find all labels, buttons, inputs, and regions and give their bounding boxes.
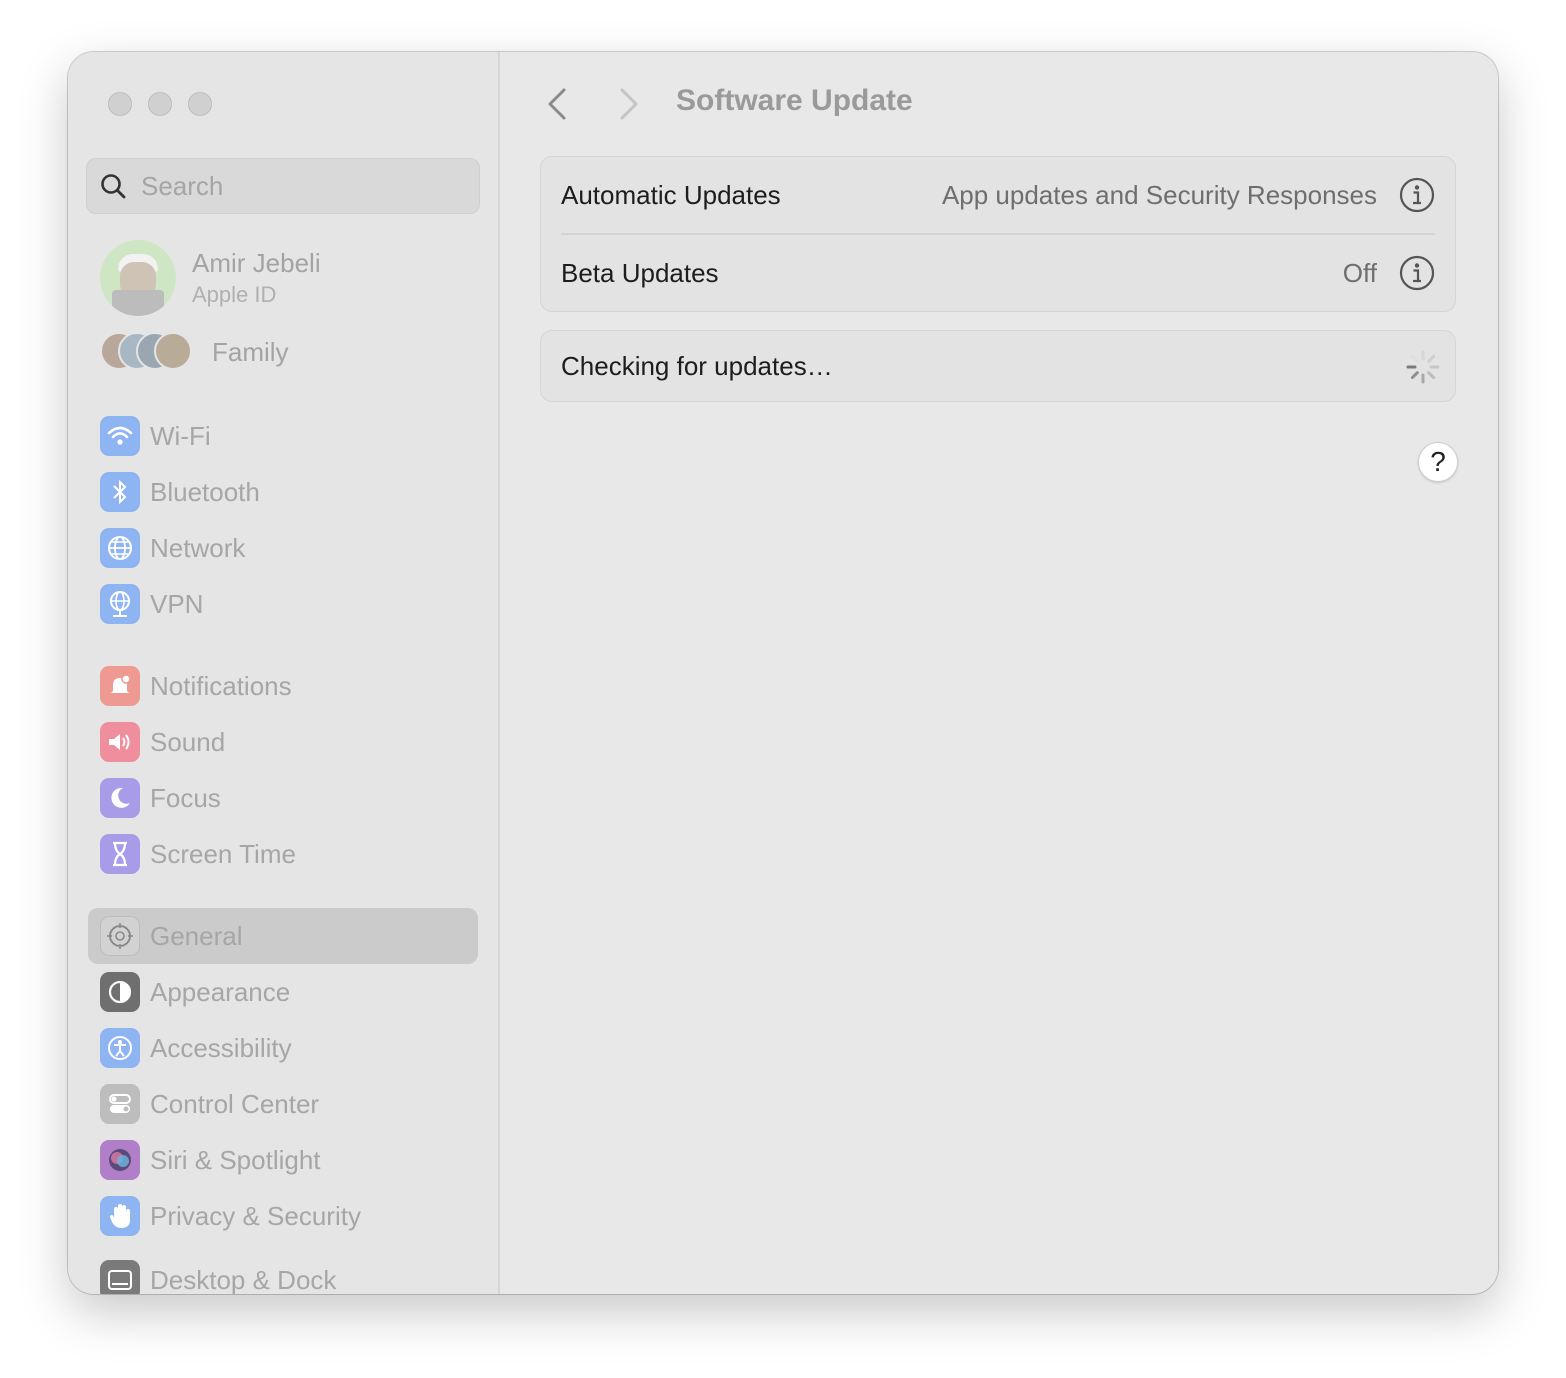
back-button[interactable] — [544, 86, 570, 122]
sidebar-item-label: Network — [150, 532, 246, 563]
automatic-updates-value: App updates and Security Responses — [941, 179, 1377, 210]
update-status-label: Checking for updates… — [561, 350, 833, 381]
automatic-updates-label: Automatic Updates — [561, 179, 781, 210]
help-button[interactable]: ? — [1418, 442, 1458, 482]
sidebar-item-general[interactable]: General — [88, 908, 478, 964]
profile-subtitle: Apple ID — [192, 282, 277, 307]
sidebar-item-control-center[interactable]: Control Center — [88, 1076, 478, 1132]
sidebar-item-network[interactable]: Network — [88, 520, 478, 576]
sidebar-item-label: Screen Time — [150, 838, 296, 869]
dock-icon — [100, 1260, 140, 1294]
sidebar-item-label: General — [150, 920, 243, 951]
hourglass-icon — [100, 834, 140, 874]
avatar — [100, 240, 176, 316]
sidebar-item-label: Wi-Fi — [150, 420, 211, 451]
sidebar-item-notifications[interactable]: Notifications — [88, 658, 478, 714]
history-navigation — [544, 86, 642, 122]
sidebar-item-label: VPN — [150, 588, 204, 619]
globe-icon — [100, 528, 140, 568]
sidebar-item-screen-time[interactable]: Screen Time — [88, 826, 478, 882]
siri-icon — [100, 1140, 140, 1180]
spinner-icon — [1406, 350, 1440, 384]
sidebar-item-bluetooth[interactable]: Bluetooth — [88, 464, 478, 520]
apple-id-profile[interactable]: Amir Jebeli Apple ID — [100, 240, 321, 316]
page-title: Software Update — [676, 84, 913, 117]
beta-updates-row: Beta Updates Off — [541, 235, 1455, 311]
gear-icon — [100, 916, 140, 956]
sidebar-item-desktop-and-dock[interactable]: Desktop & Dock — [88, 1252, 478, 1294]
sidebar-item-label: Privacy & Security — [150, 1200, 361, 1231]
beta-updates-info-button[interactable] — [1399, 255, 1435, 291]
family-item[interactable]: Family — [100, 332, 289, 372]
appearance-icon — [100, 972, 140, 1012]
sidebar-item-label: Appearance — [150, 976, 291, 1007]
moon-icon — [100, 778, 140, 818]
sidebar-item-siri-and-spotlight[interactable]: Siri & Spotlight — [88, 1132, 478, 1188]
sidebar-item-appearance[interactable]: Appearance — [88, 964, 478, 1020]
sidebar-item-vpn[interactable]: VPN — [88, 576, 478, 632]
wifi-icon — [100, 416, 140, 456]
sidebar-item-wi-fi[interactable]: Wi-Fi — [88, 408, 478, 464]
search-field[interactable] — [86, 158, 480, 214]
minimize-button[interactable] — [148, 92, 172, 116]
system-settings-window: Amir Jebeli Apple ID Family Wi-Fi Bluetoo… — [68, 52, 1498, 1294]
accessibility-icon — [100, 1028, 140, 1068]
sidebar-item-sound[interactable]: Sound — [88, 714, 478, 770]
family-avatars — [100, 332, 196, 372]
automatic-updates-row: Automatic Updates App updates and Securi… — [541, 157, 1455, 233]
update-status-card: Checking for updates… — [540, 330, 1456, 402]
toggles-icon — [100, 1084, 140, 1124]
sidebar-item-label: Accessibility — [150, 1032, 292, 1063]
sidebar-item-label: Control Center — [150, 1088, 320, 1119]
bell-icon — [100, 666, 140, 706]
update-settings-card: Automatic Updates App updates and Securi… — [540, 156, 1456, 312]
sidebar-item-label: Sound — [150, 726, 226, 757]
sidebar-item-focus[interactable]: Focus — [88, 770, 478, 826]
vpn-globe-icon — [100, 584, 140, 624]
close-button[interactable] — [108, 92, 132, 116]
sidebar-item-label: Desktop & Dock — [150, 1264, 337, 1295]
hand-icon — [100, 1196, 140, 1236]
automatic-updates-info-button[interactable] — [1399, 177, 1435, 213]
sidebar-item-privacy-and-security[interactable]: Privacy & Security — [88, 1188, 478, 1244]
profile-name: Amir Jebeli — [192, 248, 321, 278]
main-pane: Software Update Automatic Updates App up… — [500, 52, 1498, 1294]
sidebar-item-label: Focus — [150, 782, 221, 813]
search-icon — [101, 174, 126, 199]
bluetooth-icon — [100, 472, 140, 512]
forward-button[interactable] — [616, 86, 642, 122]
speaker-icon — [100, 722, 140, 762]
beta-updates-value: Off — [1342, 257, 1377, 288]
sidebar-item-label: Bluetooth — [150, 476, 260, 507]
zoom-button[interactable] — [188, 92, 212, 116]
sidebar-item-label: Siri & Spotlight — [150, 1144, 321, 1175]
search-input[interactable] — [139, 169, 463, 203]
sidebar-item-accessibility[interactable]: Accessibility — [88, 1020, 478, 1076]
sidebar-item-label: Notifications — [150, 670, 292, 701]
family-label: Family — [212, 336, 289, 367]
window-controls — [108, 92, 212, 116]
sidebar: Amir Jebeli Apple ID Family Wi-Fi Bluetoo… — [68, 52, 500, 1294]
beta-updates-label: Beta Updates — [561, 257, 719, 288]
update-status-row: Checking for updates… — [541, 331, 1455, 401]
